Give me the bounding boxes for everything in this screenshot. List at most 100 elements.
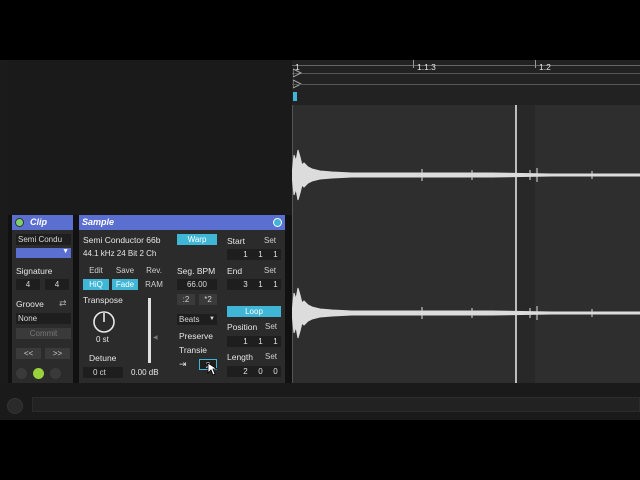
warp-mode-select[interactable]: Beats ▼: [177, 314, 217, 325]
loop-length-field[interactable]: 2 0 0: [227, 366, 281, 377]
halve-tempo-button[interactable]: :2: [177, 294, 195, 305]
length-sixteenth-value: 0: [273, 367, 278, 376]
clip-header: Clip: [12, 215, 73, 230]
position-set-button[interactable]: Set: [261, 321, 281, 332]
clip-header-title: Clip: [30, 217, 47, 227]
detune-value: 0 ct: [93, 368, 106, 377]
double-tempo-button[interactable]: *2: [199, 294, 217, 305]
edit-button[interactable]: Edit: [83, 265, 109, 276]
transpose-label: Transpose: [83, 295, 123, 305]
start-set-label: Set: [263, 236, 276, 245]
position-label: Position: [227, 322, 258, 332]
ruler-line: [292, 84, 640, 85]
fade-toggle[interactable]: Fade: [112, 279, 138, 290]
status-bar: [0, 383, 640, 420]
clip-panel: Clip Semi Condu ▼ Signature 4 4 Groove ⇄…: [12, 215, 73, 383]
length-label: Length: [227, 352, 253, 362]
clip-activator-icon[interactable]: [15, 218, 24, 227]
nav-right-label: >>: [52, 349, 63, 358]
end-position-field[interactable]: 3 1 1: [227, 279, 281, 290]
signature-denominator[interactable]: 4: [45, 279, 69, 290]
halve-tempo-label: :2: [182, 295, 190, 304]
edit-label: Edit: [89, 266, 103, 275]
waveform-channel-2: [292, 287, 640, 339]
commit-button[interactable]: Commit: [16, 328, 71, 339]
position-set-label: Set: [264, 322, 277, 331]
status-bar-field: [32, 397, 640, 412]
loop-toggle[interactable]: Loop: [227, 306, 281, 317]
length-bar-value: 2: [243, 367, 248, 376]
seg-bpm-label: Seg. BPM: [177, 266, 216, 276]
ruler-tick: [413, 60, 414, 68]
gain-slider-handle-icon: ◀: [153, 335, 158, 341]
warp-toggle[interactable]: Warp: [177, 234, 217, 245]
length-beat-value: 0: [258, 367, 263, 376]
end-sixteenth-value: 1: [273, 280, 278, 289]
end-set-button[interactable]: Set: [259, 265, 281, 276]
overview-toggle-icon[interactable]: [7, 398, 23, 414]
midi-icon[interactable]: [50, 368, 61, 379]
gain-slider[interactable]: [148, 298, 151, 363]
mouse-cursor-icon: [207, 362, 217, 376]
gain-value: 0.00 dB: [131, 368, 159, 377]
warp-mode-value: Beats: [179, 315, 200, 324]
loop-label: Loop: [245, 307, 263, 316]
save-button[interactable]: Save: [112, 265, 138, 276]
transient-loop-mode-icon[interactable]: ⇥: [179, 359, 187, 370]
ruler-tick: [535, 60, 536, 68]
ruler-mark-2: 1.1.3: [417, 62, 436, 72]
sample-file-info: 44.1 kHz 24 Bit 2 Ch: [83, 249, 157, 258]
nav-right-button[interactable]: >>: [45, 348, 70, 359]
start-marker[interactable]: [293, 92, 297, 101]
save-label: Save: [115, 266, 135, 275]
ruler-mark-3: 1.2: [539, 62, 551, 72]
nav-left-label: <<: [23, 349, 34, 358]
loop-position-field[interactable]: 1 1 1: [227, 336, 281, 347]
clip-name: Semi Condu: [18, 235, 63, 244]
commit-label: Commit: [29, 329, 58, 338]
position-sixteenth-value: 1: [273, 337, 278, 346]
warp-label: Warp: [187, 235, 207, 244]
preserve-label: Preserve: [179, 331, 214, 341]
loop-brace-icon[interactable]: [293, 68, 303, 90]
length-set-button[interactable]: Set: [261, 351, 281, 362]
seg-bpm-field[interactable]: 66.00: [177, 279, 217, 290]
timeline-ruler[interactable]: 1 1.1.3 1.2: [292, 60, 640, 105]
reverse-label: Rev.: [146, 266, 162, 275]
groove-hot-swap-icon[interactable]: ⇄: [59, 298, 67, 309]
envelope-icon[interactable]: [33, 368, 44, 379]
expand-arrow-icon[interactable]: [273, 218, 282, 227]
groove-selector[interactable]: None: [16, 313, 71, 324]
hiq-toggle[interactable]: HiQ: [83, 279, 109, 290]
clip-color-selector[interactable]: ▼: [16, 248, 71, 258]
length-set-label: Set: [264, 352, 277, 361]
waveform: [292, 149, 640, 339]
detune-field[interactable]: 0 ct: [83, 367, 123, 378]
transpose-knob[interactable]: [92, 310, 116, 334]
nav-left-button[interactable]: <<: [16, 348, 41, 359]
signature-label: Signature: [16, 266, 53, 276]
start-position-field[interactable]: 1 1 1: [227, 249, 281, 260]
left-strip: [0, 60, 8, 420]
transient-label: Transie: [179, 345, 208, 355]
sample-header: Sample: [79, 215, 285, 230]
signature-denominator-value: 4: [54, 280, 60, 289]
end-set-label: Set: [263, 266, 276, 275]
sample-file-name: Semi Conductor 66b: [83, 235, 161, 245]
start-set-button[interactable]: Set: [259, 235, 281, 246]
signature-numerator-value: 4: [25, 280, 31, 289]
ram-label: RAM: [145, 280, 163, 289]
clip-name-field[interactable]: Semi Condu: [16, 234, 71, 245]
chevron-down-icon: ▼: [62, 248, 69, 255]
ram-toggle[interactable]: RAM: [141, 279, 167, 290]
transpose-value: 0 st: [96, 335, 109, 344]
start-sixteenth-value: 1: [273, 250, 278, 259]
signature-numerator[interactable]: 4: [16, 279, 40, 290]
position-bar-value: 1: [243, 337, 248, 346]
groove-label: Groove: [16, 299, 44, 309]
position-beat-value: 1: [258, 337, 263, 346]
launch-mode-icon[interactable]: [16, 368, 27, 379]
reverse-button[interactable]: Rev.: [141, 265, 167, 276]
double-tempo-label: *2: [204, 295, 212, 304]
sample-panel: Sample Semi Conductor 66b 44.1 kHz 24 Bi…: [79, 215, 285, 383]
